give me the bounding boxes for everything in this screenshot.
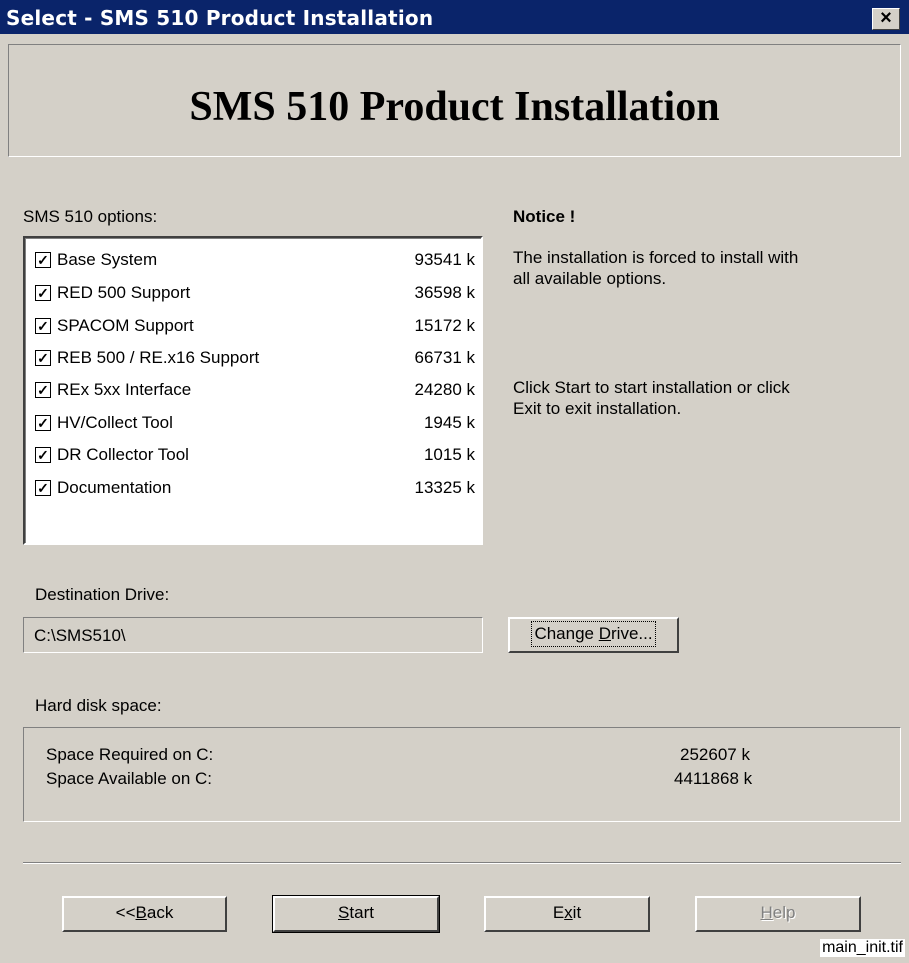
option-red-500-support[interactable]: ✓ RED 500 Support 36598 k [35, 281, 475, 307]
option-size: 1015 k [423, 445, 475, 464]
option-name: REB 500 / RE.x16 Support [57, 348, 260, 367]
banner-panel: SMS 510 Product Installation [8, 44, 901, 157]
option-hv-collect-tool[interactable]: ✓ HV/Collect Tool 1945 k [35, 411, 475, 437]
checkbox-hv-collect-tool[interactable]: ✓ [35, 415, 51, 431]
option-size: 24280 k [414, 380, 476, 399]
notice-line: all available options. [513, 269, 667, 288]
checkbox-reb-500-support[interactable]: ✓ [35, 350, 51, 366]
notice-line: The installation is forced to install wi… [513, 248, 799, 267]
change-drive-label: Change Drive... [531, 621, 656, 647]
checkbox-rex-5xx-interface[interactable]: ✓ [35, 382, 51, 398]
option-reb-500-support[interactable]: ✓ REB 500 / RE.x16 Support 66731 k [35, 346, 475, 372]
destination-label: Destination Drive: [35, 585, 170, 604]
options-label: SMS 510 options: [23, 207, 158, 226]
back-button[interactable]: <<Back [62, 896, 227, 932]
banner-title: SMS 510 Product Installation [189, 84, 720, 130]
option-dr-collector-tool[interactable]: ✓ DR Collector Tool 1015 k [35, 443, 475, 469]
option-name: RED 500 Support [57, 283, 191, 302]
option-name: Base System [57, 250, 158, 269]
exit-label: Exit [552, 903, 582, 922]
option-name: HV/Collect Tool [57, 413, 173, 432]
checkbox-spacom-support[interactable]: ✓ [35, 318, 51, 334]
start-button[interactable]: Start [272, 895, 440, 933]
start-label: Start [338, 903, 374, 922]
option-size: 13325 k [414, 478, 476, 497]
title-bar[interactable]: Select - SMS 510 Product Installation × [0, 0, 909, 34]
notice-line: Click Start to start installation or cli… [513, 378, 790, 397]
destination-drive-field: C:\SMS510\ [23, 617, 483, 653]
space-available-label: Space Available on C: [46, 769, 213, 788]
option-name: SPACOM Support [57, 316, 194, 335]
notice-line: Exit to exit installation. [513, 399, 682, 418]
installer-window: Select - SMS 510 Product Installation × … [0, 0, 909, 963]
disk-space-panel: Space Required on C: 252607 k Space Avai… [23, 727, 901, 822]
destination-drive-value: C:\SMS510\ [34, 626, 126, 645]
disk-space-label: Hard disk space: [35, 696, 162, 715]
option-spacom-support[interactable]: ✓ SPACOM Support 15172 k [35, 314, 475, 340]
exit-button[interactable]: Exit [484, 896, 650, 932]
option-name: DR Collector Tool [57, 445, 189, 464]
checkbox-documentation[interactable]: ✓ [35, 480, 51, 496]
change-drive-button[interactable]: Change Drive... [508, 617, 679, 653]
option-name: Documentation [57, 478, 172, 497]
option-size: 66731 k [414, 348, 476, 367]
option-documentation[interactable]: ✓ Documentation 13325 k [35, 476, 475, 502]
window-title: Select - SMS 510 Product Installation [6, 6, 434, 30]
image-caption: main_init.tif [820, 939, 905, 957]
option-size: 36598 k [414, 283, 476, 302]
option-size: 93541 k [414, 250, 476, 269]
space-required-label: Space Required on C: [46, 745, 214, 764]
notice-title: Notice ! [513, 207, 576, 226]
space-available-value: 4411868 k [674, 769, 753, 788]
option-size: 1945 k [423, 413, 475, 432]
help-label: Help [760, 903, 796, 922]
option-base-system[interactable]: ✓ Base System 93541 k [35, 248, 475, 274]
option-name: REx 5xx Interface [57, 380, 192, 399]
close-icon: × [880, 7, 892, 29]
close-button[interactable]: × [872, 8, 900, 30]
option-rex-5xx-interface[interactable]: ✓ REx 5xx Interface 24280 k [35, 378, 475, 404]
divider [23, 862, 901, 864]
back-label: <<Back [115, 903, 174, 922]
checkbox-dr-collector-tool[interactable]: ✓ [35, 447, 51, 463]
space-required-value: 252607 k [680, 745, 750, 764]
options-listbox[interactable]: ✓ Base System 93541 k ✓ RED 500 Support … [23, 236, 483, 545]
checkbox-base-system[interactable]: ✓ [35, 252, 51, 268]
checkbox-red-500-support[interactable]: ✓ [35, 285, 51, 301]
option-size: 15172 k [414, 316, 476, 335]
help-button[interactable]: Help [695, 896, 861, 932]
